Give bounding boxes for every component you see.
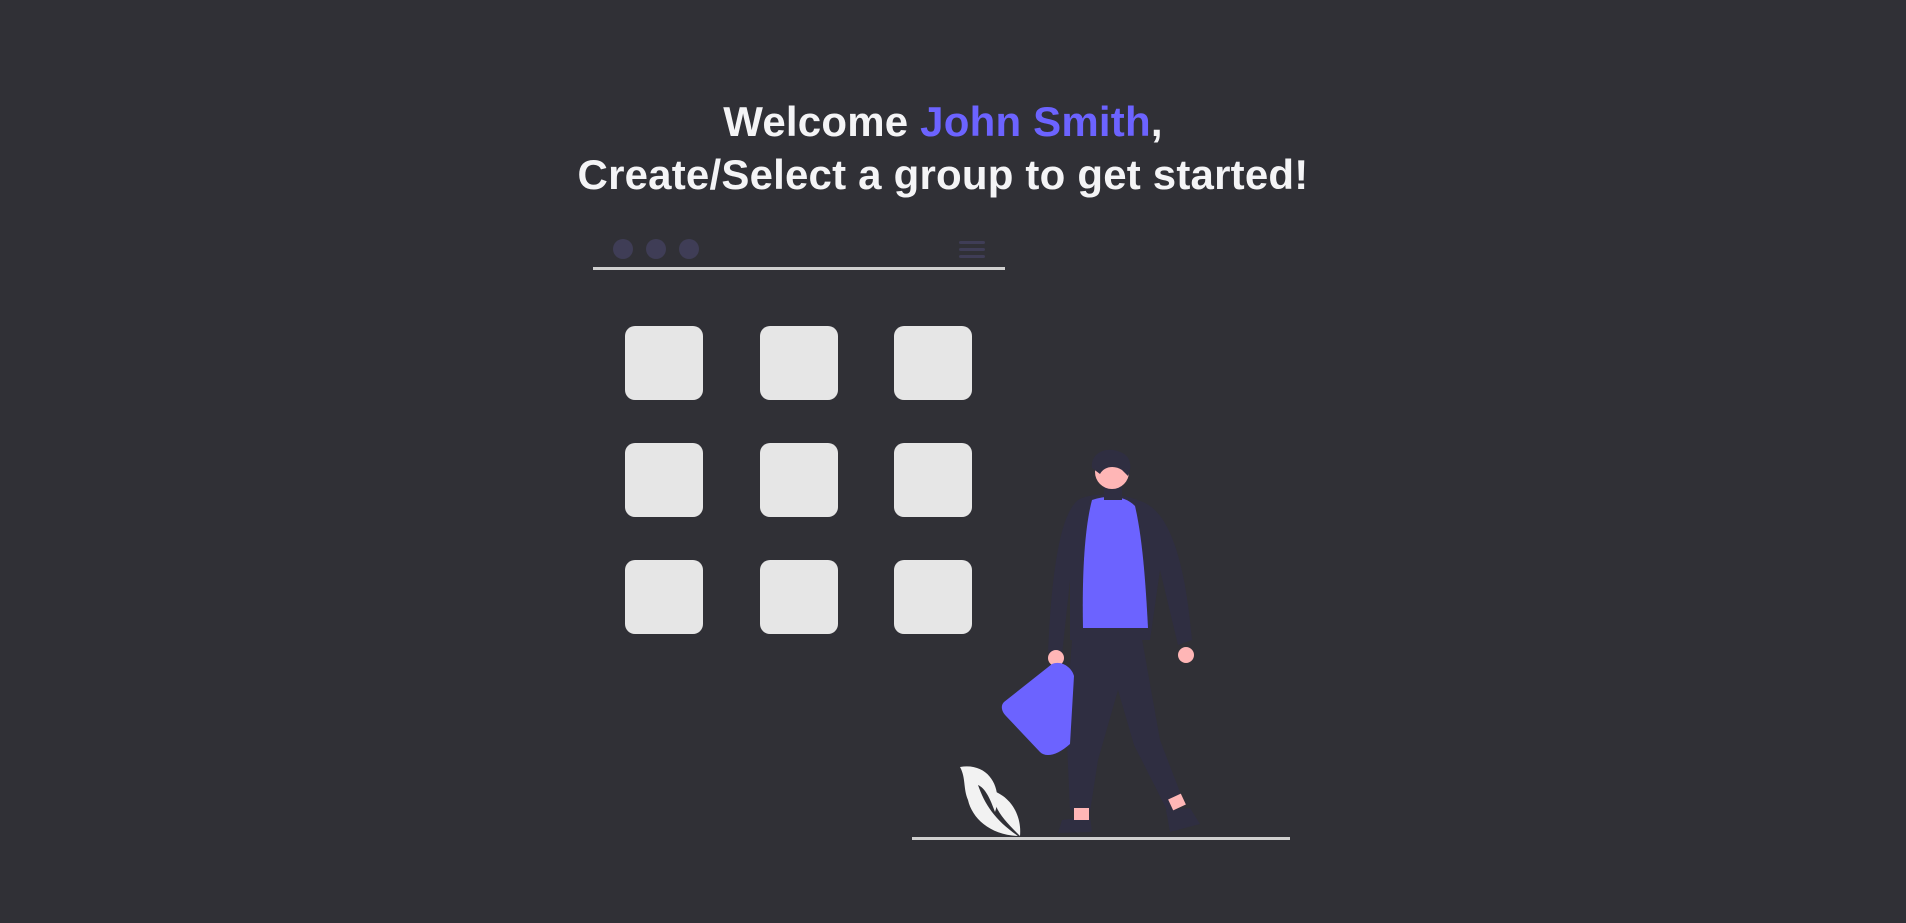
window-dot-icon — [613, 239, 633, 259]
right-shoe — [1166, 808, 1200, 832]
window-dot-icon — [646, 239, 666, 259]
group-tile — [760, 326, 838, 400]
group-tile — [625, 443, 703, 517]
hamburger-menu-icon — [959, 241, 985, 258]
group-tile — [760, 443, 838, 517]
ground-line — [912, 837, 1290, 840]
group-tile — [894, 326, 972, 400]
person-figure — [1001, 449, 1200, 833]
window-divider — [593, 267, 1005, 270]
window-controls — [613, 239, 699, 259]
handbag-icon — [1001, 662, 1074, 756]
welcome-screen: Welcome John Smith, Create/Select a grou… — [0, 0, 1906, 923]
groups-illustration — [593, 239, 1290, 840]
group-tile — [894, 443, 972, 517]
group-tile — [625, 560, 703, 634]
group-tile — [894, 560, 972, 634]
window-dot-icon — [679, 239, 699, 259]
leaf-plant-icon — [960, 766, 1021, 836]
group-tiles-grid — [625, 326, 972, 634]
group-tile — [760, 560, 838, 634]
group-tile — [625, 326, 703, 400]
